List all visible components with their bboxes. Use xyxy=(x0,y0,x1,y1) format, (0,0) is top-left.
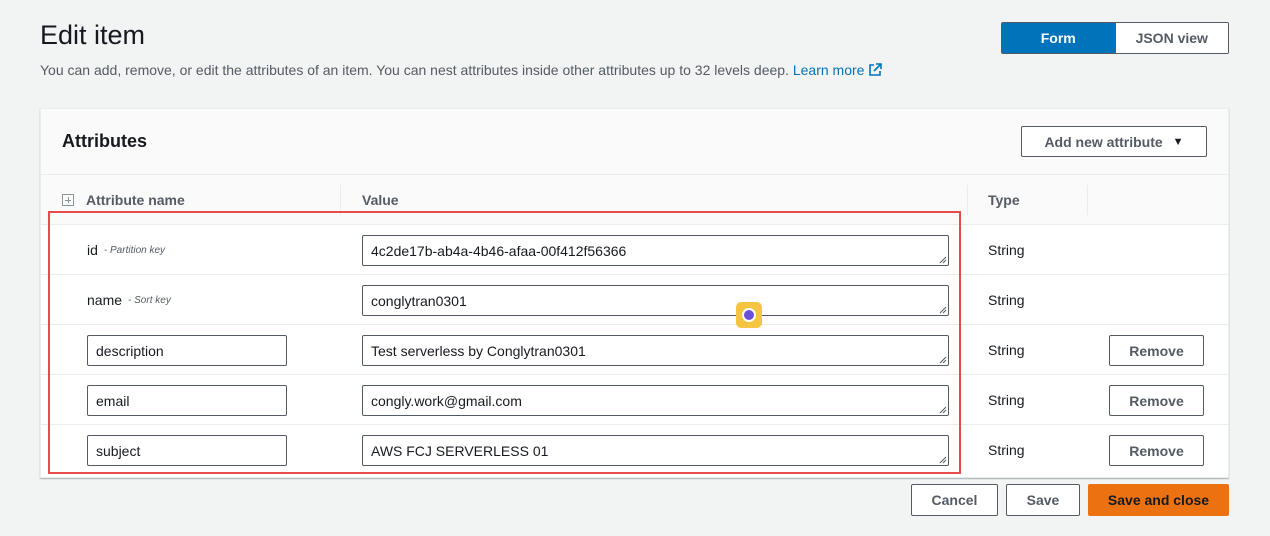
column-divider xyxy=(1087,185,1088,215)
caret-down-icon: ▼ xyxy=(1172,135,1184,148)
table-header: Attribute name Value Type xyxy=(41,175,1228,225)
type-cell: String xyxy=(988,392,1025,408)
attribute-name-text: description xyxy=(96,342,164,359)
resize-handle-icon[interactable] xyxy=(939,406,947,414)
value-text: conglytran0301 xyxy=(371,292,467,309)
resize-handle-icon[interactable] xyxy=(939,256,947,264)
value-input[interactable]: 4c2de17b-ab4a-4b46-afaa-00f412f56366 xyxy=(362,235,949,266)
save-button[interactable]: Save xyxy=(1006,484,1080,516)
attribute-name-input[interactable]: email xyxy=(87,385,287,416)
attributes-panel: Attributes Add new attribute ▼ Attribute… xyxy=(40,108,1229,478)
value-input[interactable]: AWS FCJ SERVERLESS 01 xyxy=(362,435,949,466)
attribute-name: id - Partition key xyxy=(87,225,165,275)
value-input[interactable]: Test serverless by Conglytran0301 xyxy=(362,335,949,366)
value-text: Test serverless by Conglytran0301 xyxy=(371,342,586,359)
column-header-type: Type xyxy=(988,192,1020,208)
page-description: You can add, remove, or edit the attribu… xyxy=(40,62,883,78)
remove-button[interactable]: Remove xyxy=(1109,335,1204,366)
panel-title: Attributes xyxy=(62,131,147,151)
column-header-value: Value xyxy=(362,192,399,208)
type-cell: String xyxy=(988,442,1025,458)
sort-key-label: - Sort key xyxy=(128,294,171,306)
value-text: congly.work@gmail.com xyxy=(371,392,522,409)
table-row: description Test serverless by Conglytra… xyxy=(41,325,1228,375)
type-cell: String xyxy=(988,342,1025,358)
column-divider xyxy=(967,185,968,215)
attribute-name-input[interactable]: description xyxy=(87,335,287,366)
add-attribute-label: Add new attribute xyxy=(1044,133,1163,150)
column-name-label: Attribute name xyxy=(86,192,185,208)
cancel-button[interactable]: Cancel xyxy=(911,484,998,516)
remove-button[interactable]: Remove xyxy=(1109,385,1204,416)
partition-key-label: - Partition key xyxy=(103,244,166,256)
form-view-button[interactable]: Form xyxy=(1002,23,1115,53)
table-row: name - Sort key conglytran0301 String xyxy=(41,275,1228,325)
value-text: AWS FCJ SERVERLESS 01 xyxy=(371,442,549,459)
resize-handle-icon[interactable] xyxy=(939,306,947,314)
resize-handle-icon[interactable] xyxy=(939,356,947,364)
add-new-attribute-button[interactable]: Add new attribute ▼ xyxy=(1021,126,1207,157)
type-cell: String xyxy=(988,292,1025,308)
remove-button[interactable]: Remove xyxy=(1109,435,1204,466)
table-row: id - Partition key 4c2de17b-ab4a-4b46-af… xyxy=(41,225,1228,275)
value-text: 4c2de17b-ab4a-4b46-afaa-00f412f56366 xyxy=(371,242,627,259)
json-view-button[interactable]: JSON view xyxy=(1114,23,1228,53)
panel-header: Attributes Add new attribute ▼ xyxy=(41,109,1228,175)
expand-all-icon[interactable] xyxy=(62,194,74,206)
attribute-name-text: id xyxy=(87,242,98,258)
view-toggle: Form JSON view xyxy=(1001,22,1229,54)
resize-handle-icon[interactable] xyxy=(939,456,947,464)
table-row: subject AWS FCJ SERVERLESS 01 String Rem… xyxy=(41,425,1228,475)
value-input[interactable]: conglytran0301 xyxy=(362,285,949,316)
cursor-indicator-icon xyxy=(736,302,762,328)
column-header-name: Attribute name xyxy=(62,175,185,225)
attribute-name-input[interactable]: subject xyxy=(87,435,287,466)
external-link-icon xyxy=(869,63,883,76)
attribute-name-text: name xyxy=(87,292,123,308)
attribute-name-text: email xyxy=(96,392,130,409)
description-text: You can add, remove, or edit the attribu… xyxy=(40,62,789,78)
learn-more-link[interactable]: Learn more xyxy=(793,62,883,78)
save-and-close-button[interactable]: Save and close xyxy=(1088,484,1229,516)
type-cell: String xyxy=(988,242,1025,258)
value-input[interactable]: congly.work@gmail.com xyxy=(362,385,949,416)
attribute-name: name - Sort key xyxy=(87,275,171,325)
table-row: email congly.work@gmail.com String Remov… xyxy=(41,375,1228,425)
page-title: Edit item xyxy=(40,20,146,50)
attribute-name-text: subject xyxy=(96,442,141,459)
column-divider xyxy=(340,185,341,215)
